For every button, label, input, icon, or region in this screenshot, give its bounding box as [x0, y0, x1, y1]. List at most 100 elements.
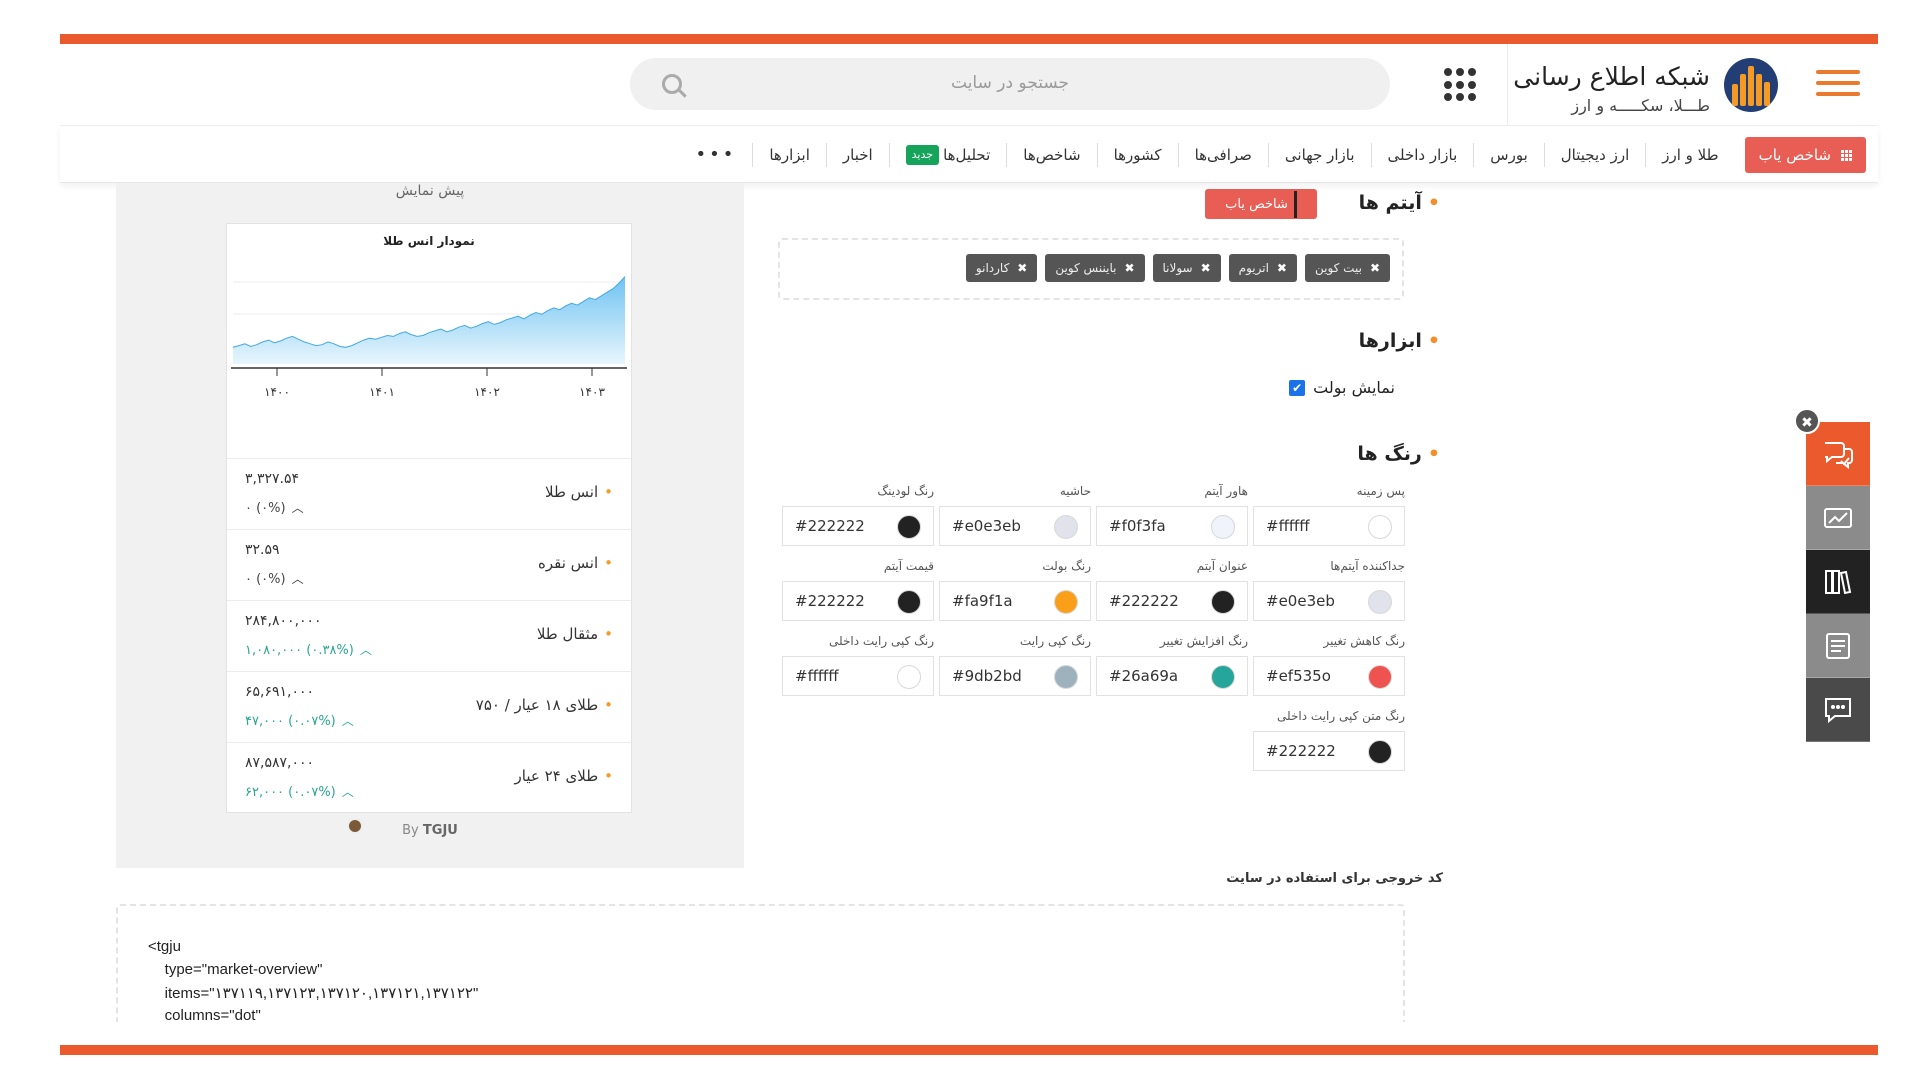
nav-item-crypto[interactable]: ارز دیجیتال [1543, 143, 1645, 167]
color-input[interactable]: #ffffff [1253, 506, 1405, 546]
trend-up-icon: ︿ [291, 501, 304, 515]
color-field[interactable]: رنگ کپی رایت #9db2bd [939, 634, 1091, 696]
widget-credit[interactable]: By TGJU [116, 823, 744, 838]
table-row[interactable]: •انس طلا ۳,۳۲۷.۵۴ ۰ (۰%) ︿ [227, 458, 631, 529]
market-overview-widget: نمودار انس طلا ۱۴۰۰ ۱۴۰۱ ۱۴۰۲ ۱۴۰۳ •انس طلا… [226, 223, 632, 834]
color-swatch[interactable] [1368, 740, 1392, 764]
bottom-accent-bar [60, 1045, 1878, 1055]
color-field[interactable]: جداکننده آیتم‌ها #e0e3eb [1253, 559, 1405, 621]
color-swatch[interactable] [1054, 590, 1078, 614]
tag-bitcoin[interactable]: ✖ بیت کوین [1304, 254, 1390, 282]
nav-item-tools[interactable]: ابزارها [752, 143, 826, 167]
nav-item-countries[interactable]: کشورها [1096, 143, 1178, 167]
output-code-box[interactable]: <tgju type="market-overview" items="۱۳۷۱… [116, 904, 1405, 1022]
row-price: ۸۷,۵۸۷,۰۰۰ [245, 755, 315, 771]
site-header: شبکه اطلاع رسانی طـــلا، سکـــــه و ارز … [60, 44, 1878, 126]
chart-compare-icon[interactable] [1806, 486, 1870, 550]
color-swatch[interactable] [897, 590, 921, 614]
nav-item-global-market[interactable]: بازار جهانی [1267, 143, 1371, 167]
tag-ethereum-remove-icon[interactable]: ✖ [1277, 254, 1287, 282]
color-swatch[interactable] [1054, 515, 1078, 539]
show-bullet-checkbox[interactable]: ✔ [1289, 379, 1306, 396]
color-field[interactable]: رنگ افزایش تغییر #26a69a [1096, 634, 1248, 696]
color-value: #222222 [1109, 592, 1179, 610]
tag-cardano[interactable]: ✖ کاردانو [965, 254, 1038, 282]
color-field[interactable]: عنوان آیتم #222222 [1096, 559, 1248, 621]
color-swatch[interactable] [1368, 590, 1392, 614]
color-swatch[interactable] [897, 665, 921, 689]
nav-item-gold-currency[interactable]: طلا و ارز [1645, 143, 1734, 167]
nav-more-button[interactable]: ••• [680, 143, 753, 167]
help-chat-icon[interactable] [1806, 422, 1870, 486]
color-input[interactable]: #e0e3eb [939, 506, 1091, 546]
nav-item-domestic-market[interactable]: بازار داخلی [1370, 143, 1474, 167]
preview-title: پیش نمایش [395, 183, 465, 199]
message-icon[interactable] [1806, 678, 1870, 742]
tag-ethereum[interactable]: ✖ اتریوم [1228, 254, 1297, 282]
color-field[interactable]: رنگ لودینگ #222222 [782, 484, 934, 546]
color-swatch[interactable] [1054, 665, 1078, 689]
tag-bnb-remove-icon[interactable]: ✖ [1124, 254, 1134, 282]
search-input[interactable]: جستجو در سایت [630, 58, 1390, 110]
code-line: type="market-overview" [148, 961, 323, 978]
library-icon[interactable] [1806, 550, 1870, 614]
nav-item-news[interactable]: اخبار [825, 143, 889, 167]
color-field[interactable]: رنگ متن کپی رایت داخلی #222222 [1253, 709, 1405, 771]
color-value: #ffffff [1266, 517, 1310, 535]
color-input[interactable]: #222222 [782, 506, 934, 546]
items-tag-box[interactable]: ✖ بیت کوین ✖ اتریوم ✖ سولانا ✖ بایننس کوین ✖… [778, 238, 1404, 300]
color-field[interactable]: رنگ بولت #fa9f1a [939, 559, 1091, 621]
chart-tick-label: ۱۴۰۰ [264, 385, 290, 399]
credit-prefix: By [402, 823, 419, 838]
color-input[interactable]: #222222 [1253, 731, 1405, 771]
nav-item-bourse[interactable]: بورس [1473, 143, 1543, 167]
nav-item-analysis[interactable]: تحلیل‌ها جدید [888, 143, 1007, 167]
color-field[interactable]: پس زمینه #ffffff [1253, 484, 1405, 546]
color-field[interactable]: رنگ کاهش تغییر #ef535o [1253, 634, 1405, 696]
nav-cta-index-finder[interactable]: شاخص یاب [1744, 137, 1866, 173]
site-logo[interactable]: شبکه اطلاع رسانی طـــلا، سکـــــه و ارز [1513, 54, 1778, 116]
color-swatch[interactable] [1211, 590, 1235, 614]
color-swatch[interactable] [897, 515, 921, 539]
index-finder-button[interactable]: شاخص یاب [1205, 189, 1317, 219]
nav-item-exchanges[interactable]: صرافی‌ها [1177, 143, 1268, 167]
color-swatch[interactable] [1211, 515, 1235, 539]
color-input[interactable]: #e0e3eb [1253, 581, 1405, 621]
color-field[interactable]: هاور آیتم #f0f3fa [1096, 484, 1248, 546]
floating-sidebar [1806, 422, 1870, 748]
color-input[interactable]: #222222 [1096, 581, 1248, 621]
color-field[interactable]: حاشیه #e0e3eb [939, 484, 1091, 546]
notes-icon[interactable] [1806, 614, 1870, 678]
color-field[interactable]: رنگ کپی رایت داخلی #ffffff [782, 634, 934, 696]
color-input[interactable]: #f0f3fa [1096, 506, 1248, 546]
table-row[interactable]: •مثقال طلا ۲۸۴,۸۰۰,۰۰۰ ۱,۰۸۰,۰۰۰ (۰.۳۸%) ︿ [227, 600, 631, 671]
color-field[interactable]: قیمت آیتم #222222 [782, 559, 934, 621]
table-row[interactable]: •طلای ۱۸ عیار / ۷۵۰ ۶۵,۶۹۱,۰۰۰ ۴۷,۰۰۰ (۰.۰… [227, 671, 631, 742]
tag-solana[interactable]: ✖ سولانا [1152, 254, 1221, 282]
apps-grid-icon[interactable] [1444, 68, 1478, 102]
color-swatch[interactable] [1211, 665, 1235, 689]
color-input[interactable]: #fa9f1a [939, 581, 1091, 621]
nav-item-indices[interactable]: شاخص‌ها [1006, 143, 1096, 167]
tag-solana-remove-icon[interactable]: ✖ [1201, 254, 1211, 282]
search-icon[interactable] [662, 74, 682, 94]
chart-title: نمودار انس طلا [383, 234, 475, 248]
color-swatch[interactable] [1368, 515, 1392, 539]
row-name: •مثقال طلا [536, 625, 613, 643]
chart-area [233, 276, 625, 364]
color-swatch[interactable] [1368, 665, 1392, 689]
show-bullet-option[interactable]: ✔ نمایش بولت [1289, 378, 1395, 397]
table-row[interactable]: •انس نقره ۳۲.۵۹ ۰ (۰%) ︿ [227, 529, 631, 600]
table-row[interactable]: •طلای ۲۴ عیار ۸۷,۵۸۷,۰۰۰ ۶۲,۰۰۰ (۰.۰۷%) ︿ [227, 742, 631, 813]
color-input[interactable]: #26a69a [1096, 656, 1248, 696]
tag-cardano-remove-icon[interactable]: ✖ [1017, 254, 1027, 282]
row-change: ۴۷,۰۰۰ (۰.۰۷%) ︿ [245, 714, 354, 729]
color-input[interactable]: #ef535o [1253, 656, 1405, 696]
color-input[interactable]: #ffffff [782, 656, 934, 696]
color-input[interactable]: #9db2bd [939, 656, 1091, 696]
menu-icon[interactable] [1816, 70, 1860, 102]
tag-bitcoin-remove-icon[interactable]: ✖ [1370, 254, 1380, 282]
tag-bnb[interactable]: ✖ بایننس کوین [1045, 254, 1145, 282]
color-input[interactable]: #222222 [782, 581, 934, 621]
floating-close-icon[interactable]: ✖ [1794, 408, 1820, 434]
